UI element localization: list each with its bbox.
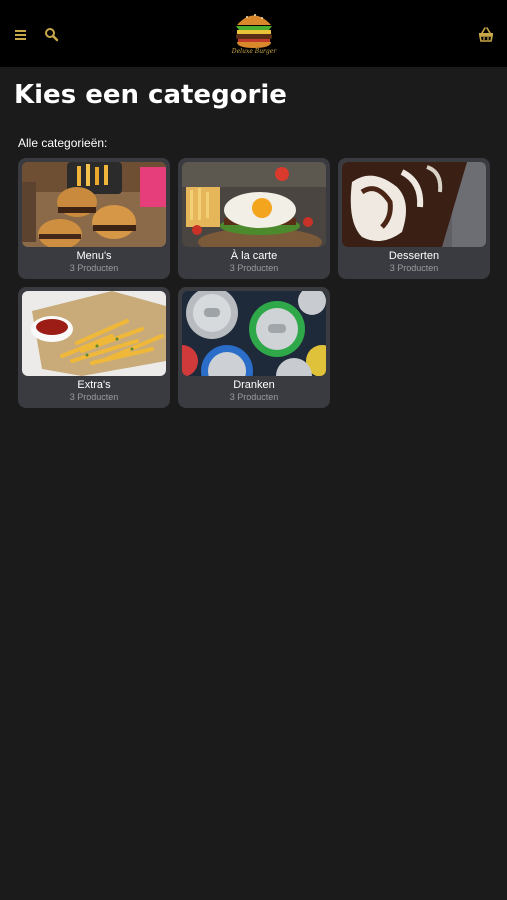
category-image-desserten [342, 162, 486, 247]
category-card-dranken[interactable]: Dranken 3 Producten [178, 287, 330, 408]
search-icon[interactable] [42, 24, 64, 46]
category-name: Dranken [233, 379, 275, 391]
category-name: Desserten [388, 250, 440, 262]
basket-icon[interactable] [475, 24, 497, 46]
hamburger-icon[interactable] [12, 24, 34, 46]
section-label: Alle categorieën: [18, 136, 108, 150]
category-card-a-la-carte[interactable]: À la carte 3 Producten [178, 158, 330, 279]
category-count: 3 Producten [69, 263, 119, 273]
category-count: 3 Producten [69, 392, 119, 402]
category-image-menus [22, 162, 166, 247]
category-card-menus[interactable]: Menu's 3 Producten [18, 158, 170, 279]
category-name: Menu's [76, 250, 112, 262]
category-card-desserten[interactable]: Desserten 3 Producten [338, 158, 490, 279]
category-card-extras[interactable]: Extra's 3 Producten [18, 287, 170, 408]
category-count: 3 Producten [229, 263, 279, 273]
category-name: À la carte [230, 250, 278, 262]
page-title: Kies een categorie [14, 80, 287, 110]
top-bar: Deluxe Burger [0, 0, 507, 67]
category-image-extras [22, 291, 166, 376]
category-count: 3 Producten [389, 263, 439, 273]
category-count: 3 Producten [229, 392, 279, 402]
burger-logo-icon [236, 14, 272, 48]
category-image-a-la-carte [182, 162, 326, 247]
category-name: Extra's [77, 379, 111, 391]
logo[interactable]: Deluxe Burger [229, 8, 279, 60]
category-image-dranken [182, 291, 326, 376]
logo-text: Deluxe Burger [231, 48, 277, 55]
